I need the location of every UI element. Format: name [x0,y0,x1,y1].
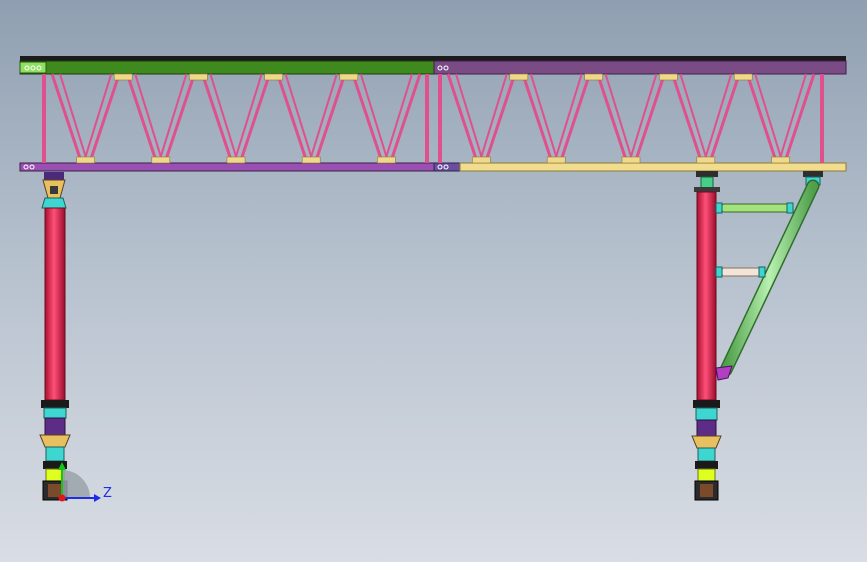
bottom-gusset-plate [226,156,246,164]
top-gusset-plate [339,73,359,81]
truss-web-members [42,73,824,164]
truss-diagonal-secondary [478,73,508,164]
truss-diagonal-secondary [134,73,164,164]
bottom-chord [19,162,847,172]
top-gusset-plate [264,73,283,81]
bottom-gusset-plate [472,156,491,164]
truss-diagonal-secondary [383,73,413,164]
truss-diagonal-secondary [529,73,560,164]
truss-diagonal [446,73,479,164]
top-chord-cap [20,56,846,61]
right-support-bracing [715,171,823,381]
truss-diagonal [351,73,384,164]
truss-diagonal-secondary [702,73,733,164]
brace-foot-plate [715,365,733,381]
bottom-gusset-plate [696,156,716,164]
truss-diagonal [633,73,666,164]
truss-model-view: Z [19,56,847,502]
lower-strut [721,267,761,277]
truss-diagonal [483,73,517,164]
bottom-gusset-plate [771,156,790,164]
truss-diagonal [596,73,629,164]
truss-diagonal-secondary [777,73,807,164]
left-column-tube [44,207,66,401]
top-gusset-plate [113,73,133,81]
truss-diagonal-secondary [82,73,113,164]
truss-diagonal-secondary [679,73,709,164]
truss-diagonal-secondary [59,73,89,164]
right-column-assembly [691,171,722,501]
truss-diagonal-secondary [754,73,784,164]
truss-diagonal-secondary [553,73,583,164]
right-column-tube [696,191,717,401]
bottom-chord-right-segment [459,162,847,172]
truss-diagonal [200,73,234,164]
right-column-head [694,171,720,192]
truss-diagonal [276,73,309,164]
truss-diagonal-secondary [628,73,658,164]
top-chord-left-segment [19,60,435,75]
top-gusset-plate [733,73,753,81]
bottom-chord-left-segment [19,162,435,172]
x-axis-arrow [58,494,66,502]
truss-diagonal [88,73,121,164]
top-gusset-plate [189,73,208,81]
truss-diagonal-secondary [308,73,338,164]
truss-diagonal-secondary [359,73,390,164]
truss-diagonal-secondary [157,73,188,164]
upper-strut [721,203,789,213]
truss-diagonal [50,73,84,164]
truss-gusset-plates [76,73,790,164]
truss-diagonal [125,73,159,164]
truss-diagonal [558,73,592,164]
bottom-gusset-plate [377,156,396,164]
truss-diagonal [745,73,779,164]
bottom-gusset-plate [621,156,641,164]
truss-diagonal [313,73,347,164]
truss-diagonal [238,73,272,164]
truss-diagonal [708,73,741,164]
top-chord-right-segment [433,60,847,75]
truss-diagonal [670,73,704,164]
top-chord-left-end-plate [19,61,47,74]
top-chord [19,56,847,75]
bottom-gusset-plate [301,156,321,164]
diagonal-brace-highlight [721,181,818,375]
top-gusset-plate [509,73,529,81]
triad-rotation-arc [62,470,90,498]
z-axis-label: Z [103,486,112,501]
bottom-gusset-plate [151,156,171,164]
bottom-gusset-plate [76,156,95,164]
truss-diagonal [783,73,816,164]
cad-viewport[interactable]: Z [0,0,867,562]
truss-diagonal [521,73,554,164]
truss-diagonal [388,73,422,164]
truss-diagonal-secondary [209,73,239,164]
truss-diagonal [163,73,196,164]
top-gusset-plate [584,73,603,81]
left-column-assembly [39,172,71,501]
top-gusset-plate [659,73,678,81]
truss-diagonal-secondary [455,73,485,164]
truss-diagonal-secondary [284,73,315,164]
left-column-head [41,172,67,209]
right-column-base [691,400,722,501]
truss-diagonal-secondary [233,73,263,164]
bottom-gusset-plate [546,156,566,164]
truss-diagonal-secondary [604,73,634,164]
